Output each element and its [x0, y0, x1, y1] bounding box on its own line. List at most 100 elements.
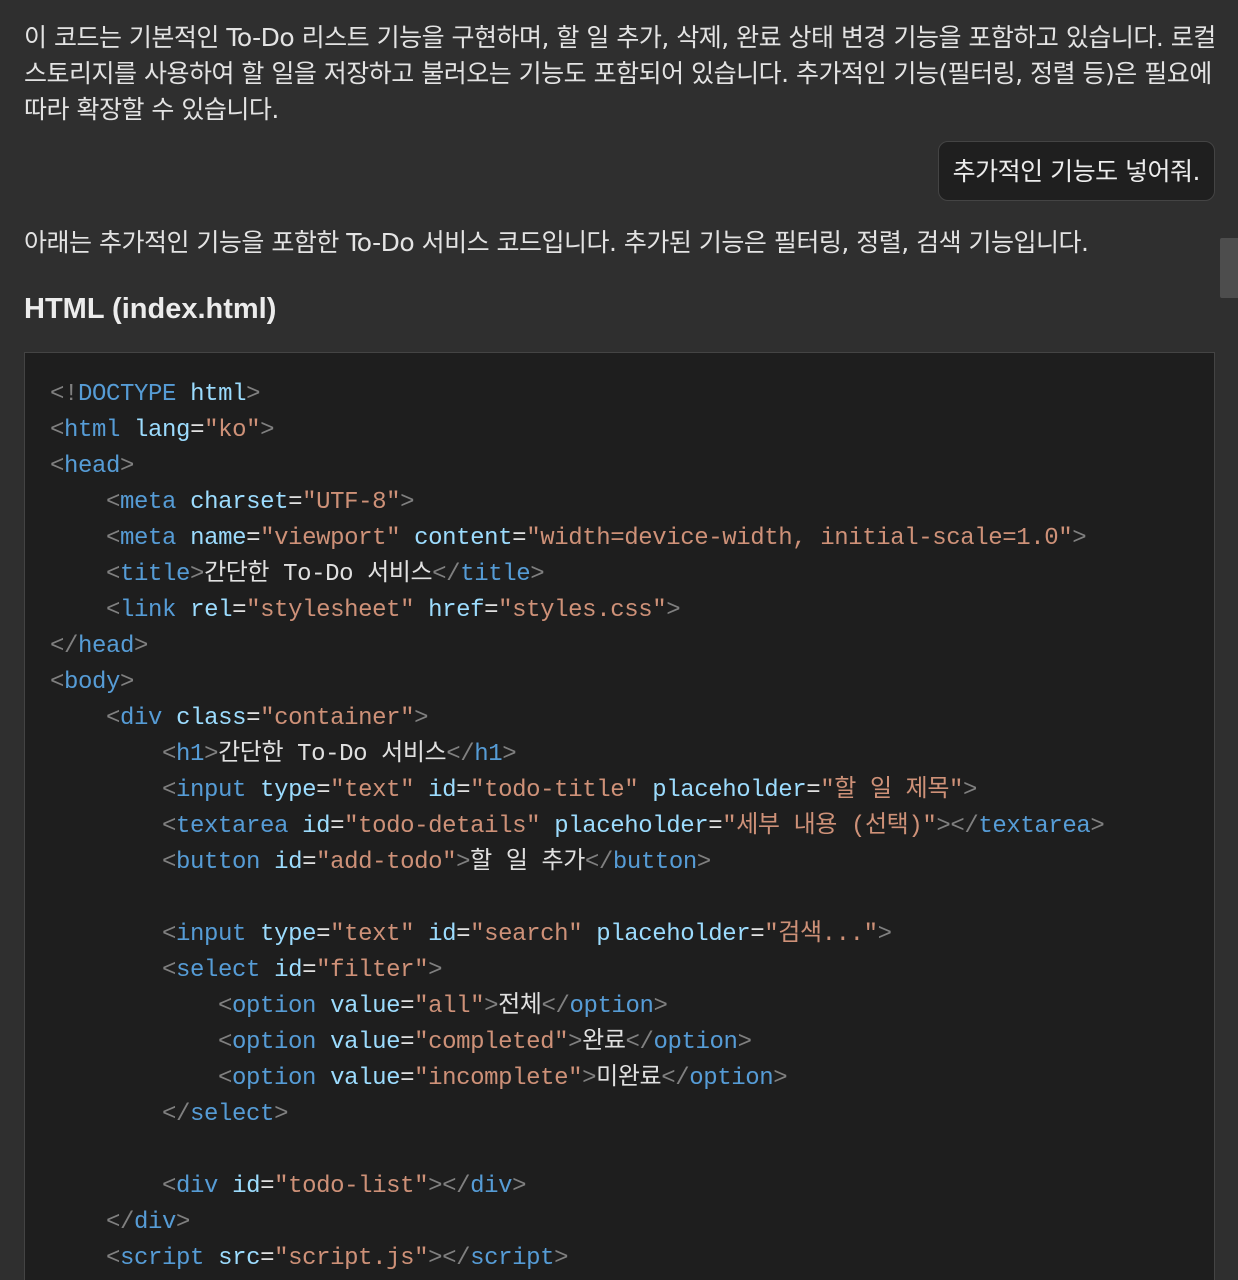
code-token: <	[106, 597, 121, 624]
code-token: >	[456, 849, 471, 876]
code-line: </div>	[50, 1205, 1214, 1241]
code-line: <!DOCTYPE html>	[50, 377, 1214, 413]
code-token: </	[106, 1209, 135, 1236]
code-token: ></	[936, 813, 979, 840]
code-token: =	[456, 921, 471, 948]
user-message-bubble: 추가적인 기능도 넣어줘.	[937, 141, 1215, 201]
code-token: =	[246, 525, 261, 552]
code-token: type	[260, 921, 317, 948]
code-token: >	[512, 1173, 527, 1200]
code-line: <link rel="stylesheet" href="styles.css"…	[50, 593, 1214, 629]
code-token: </	[541, 993, 570, 1020]
code-token: "viewport"	[260, 525, 401, 552]
code-token: =	[260, 1173, 275, 1200]
code-token: >	[190, 561, 205, 588]
code-token: rel	[190, 597, 233, 624]
code-token: >	[773, 1065, 788, 1092]
code-token: "filter"	[316, 957, 429, 984]
code-token: "styles.css"	[498, 597, 667, 624]
code-token: id	[428, 777, 457, 804]
code-block[interactable]: <!DOCTYPE html> <html lang="ko"> <head> <m…	[24, 352, 1215, 1280]
code-token: placeholder	[652, 777, 807, 804]
code-token: </	[432, 561, 461, 588]
code-token: "todo-list"	[274, 1173, 429, 1200]
code-token: >	[696, 849, 711, 876]
code-token: =	[484, 597, 499, 624]
code-token: "todo-title"	[470, 777, 639, 804]
code-token: "search"	[470, 921, 583, 948]
code-token: script	[470, 1245, 555, 1272]
code-token: =	[302, 849, 317, 876]
code-line: <html lang="ko">	[50, 413, 1214, 449]
code-token: >	[134, 633, 149, 660]
code-token: "script.js"	[274, 1245, 429, 1272]
code-token: </	[162, 1101, 191, 1128]
code-token: <	[50, 417, 65, 444]
code-token: lang	[134, 417, 191, 444]
code-token: div	[470, 1173, 513, 1200]
code-token: <	[106, 705, 121, 732]
code-token: head	[78, 633, 135, 660]
code-token: input	[176, 777, 247, 804]
code-token: "add-todo"	[316, 849, 457, 876]
code-token: </	[446, 741, 475, 768]
code-token: textarea	[978, 813, 1091, 840]
code-token: 간단한 To-Do 서비스	[218, 741, 447, 768]
code-line: <input type="text" id="search" placehold…	[50, 917, 1214, 953]
code-token: id	[302, 813, 331, 840]
code-line: <h1>간단한 To-Do 서비스</h1>	[50, 737, 1214, 773]
code-token: "할 일 제목"	[820, 777, 963, 804]
code-token: "stylesheet"	[246, 597, 415, 624]
code-token: >	[963, 777, 978, 804]
code-token: =	[288, 489, 303, 516]
code-token: "width=device-width, initial-scale=1.0"	[526, 525, 1073, 552]
code-token: "text"	[330, 921, 415, 948]
code-token: >	[400, 489, 415, 516]
code-token: type	[260, 777, 317, 804]
code-token: id	[232, 1173, 261, 1200]
code-token: "container"	[260, 705, 415, 732]
code-token: =	[302, 957, 317, 984]
code-token: >	[120, 453, 135, 480]
code-line: <select id="filter">	[50, 953, 1214, 989]
code-token: value	[330, 993, 401, 1020]
code-token: class	[176, 705, 247, 732]
code-line: <option value="all">전체</option>	[50, 989, 1214, 1025]
code-content: <!DOCTYPE html> <html lang="ko"> <head> <m…	[25, 353, 1214, 1277]
code-token: "text"	[330, 777, 415, 804]
code-token: "completed"	[414, 1029, 569, 1056]
code-token: html	[64, 417, 121, 444]
code-token: h1	[474, 741, 503, 768]
code-line: <option value="completed">완료</option>	[50, 1025, 1214, 1061]
code-token: =	[232, 597, 247, 624]
code-token: >	[274, 1101, 289, 1128]
code-line: <input type="text" id="todo-title" place…	[50, 773, 1214, 809]
code-line: <meta charset="UTF-8">	[50, 485, 1214, 521]
scrollbar-thumb[interactable]	[1220, 238, 1238, 298]
code-token: <!	[50, 381, 79, 408]
code-token: <	[218, 1029, 233, 1056]
code-token: >	[666, 597, 681, 624]
code-token: >	[653, 993, 668, 1020]
